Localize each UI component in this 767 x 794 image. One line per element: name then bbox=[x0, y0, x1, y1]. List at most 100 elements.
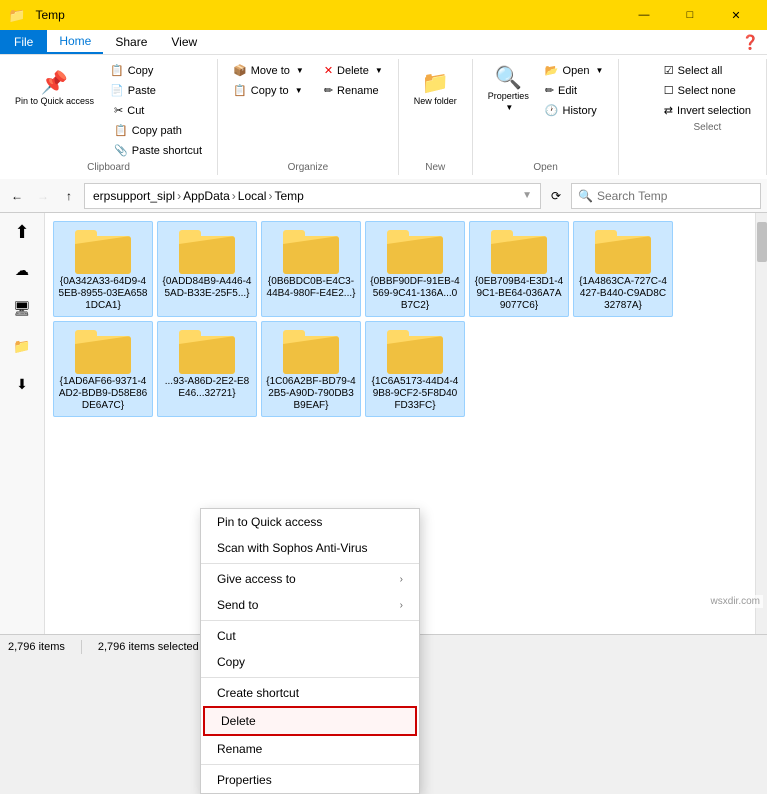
ribbon-tabs: File Home Share View ❓ bbox=[0, 30, 767, 54]
copy-to-button[interactable]: 📋 Copy to ▼ bbox=[226, 81, 311, 100]
new-label: New bbox=[425, 162, 445, 173]
select-group: ☑ Select all ☐ Select none ⇄ Invert sele… bbox=[649, 59, 767, 175]
title-bar: 📁 Temp — □ ✕ bbox=[0, 0, 767, 30]
list-item[interactable]: {0BBF90DF-91EB-4569-9C41-136A...0B7C2} bbox=[365, 221, 465, 317]
window-buttons: — □ ✕ bbox=[621, 0, 759, 30]
open-label: Open bbox=[533, 162, 557, 173]
list-item[interactable]: {0ADD84B9-A446-45AD-B33E-25F5...} bbox=[157, 221, 257, 317]
ctx-delete[interactable]: Delete bbox=[203, 706, 417, 736]
ctx-pin-quick-access[interactable]: Pin to Quick access bbox=[201, 509, 419, 535]
nav-pc-icon[interactable]: 🖥 bbox=[7, 293, 37, 323]
folder-icon bbox=[283, 326, 339, 374]
path-segment-4: Temp bbox=[274, 189, 303, 203]
up-button[interactable]: ↑ bbox=[58, 185, 80, 207]
nav-down-icon[interactable]: ⬇ bbox=[7, 369, 37, 399]
delete-icon: ✕ bbox=[324, 64, 333, 77]
rename-icon: ✏ bbox=[324, 84, 333, 97]
invert-selection-button[interactable]: ⇄ Invert selection bbox=[657, 101, 758, 120]
list-item[interactable]: ...93-A86D-2E2-E8E46...32721} bbox=[157, 321, 257, 417]
ctx-separator-2 bbox=[201, 620, 419, 621]
edit-button[interactable]: ✏ Edit bbox=[538, 81, 611, 100]
forward-button[interactable]: → bbox=[32, 185, 54, 207]
cut-button[interactable]: ✂ Cut bbox=[107, 101, 209, 120]
title-bar-controls: 📁 bbox=[8, 7, 25, 24]
paste-button[interactable]: 📄 Paste bbox=[103, 81, 209, 100]
search-box[interactable]: 🔍 bbox=[571, 183, 761, 209]
address-path[interactable]: erpsupport_sipl › AppData › Local › Temp… bbox=[84, 183, 541, 209]
path-segment-1: erpsupport_sipl bbox=[93, 189, 175, 203]
ctx-properties[interactable]: Properties bbox=[201, 767, 419, 793]
open-icon: 📂 bbox=[545, 64, 559, 77]
file-name: {0BBF90DF-91EB-4569-9C41-136A...0B7C2} bbox=[370, 276, 460, 312]
close-button[interactable]: ✕ bbox=[713, 0, 759, 30]
ctx-copy[interactable]: Copy bbox=[201, 649, 419, 675]
scrollbar[interactable] bbox=[755, 213, 767, 634]
move-to-button[interactable]: 📦 Move to ▼ bbox=[226, 61, 311, 80]
properties-button[interactable]: 🔍 Properties ▼ bbox=[481, 61, 536, 117]
clipboard-label: Clipboard bbox=[87, 162, 130, 173]
folder-icon bbox=[179, 326, 235, 374]
open-button[interactable]: 📂 Open ▼ bbox=[538, 61, 611, 80]
list-item[interactable]: {0A342A33-64D9-45EB-8955-03EA6581DCA1} bbox=[53, 221, 153, 317]
copy-path-button[interactable]: 📋 Copy path bbox=[107, 121, 209, 140]
ctx-cut[interactable]: Cut bbox=[201, 623, 419, 649]
ctx-scan-antivirus[interactable]: Scan with Sophos Anti-Virus bbox=[201, 535, 419, 561]
new-group: 📁 New folder New bbox=[399, 59, 473, 175]
refresh-button[interactable]: ⟳ bbox=[545, 185, 567, 207]
context-menu: Pin to Quick access Scan with Sophos Ant… bbox=[200, 508, 420, 794]
new-folder-button[interactable]: 📁 New folder bbox=[407, 61, 464, 117]
select-none-button[interactable]: ☐ Select none bbox=[657, 81, 758, 100]
delete-ribbon-button[interactable]: ✕ Delete ▼ bbox=[317, 61, 390, 80]
history-button[interactable]: 🕐 History bbox=[538, 101, 611, 120]
paste-shortcut-button[interactable]: 📎 Paste shortcut bbox=[107, 141, 209, 160]
nav-up-icon[interactable]: ⬆ bbox=[7, 217, 37, 247]
select-all-button[interactable]: ☑ Select all bbox=[657, 61, 758, 80]
folder-icon bbox=[75, 226, 131, 274]
file-name: {0ADD84B9-A446-45AD-B33E-25F5...} bbox=[162, 276, 252, 300]
scroll-thumb[interactable] bbox=[757, 222, 767, 262]
copy-to-icon: 📋 bbox=[233, 84, 247, 97]
file-name: {1A4863CA-727C-4427-B440-C9AD8C32787A} bbox=[578, 276, 668, 312]
tab-file[interactable]: File bbox=[0, 30, 47, 54]
ctx-separator-4 bbox=[201, 764, 419, 765]
list-item[interactable]: {1C6A5173-44D4-49B8-9CF2-5F8D40FD33FC} bbox=[365, 321, 465, 417]
file-name: {0EB709B4-E3D1-49C1-BE64-036A7A9077C6} bbox=[474, 276, 564, 312]
back-button[interactable]: ← bbox=[6, 185, 28, 207]
list-item[interactable]: {1A4863CA-727C-4427-B440-C9AD8C32787A} bbox=[573, 221, 673, 317]
folder-icon bbox=[179, 226, 235, 274]
properties-icon: 🔍 bbox=[495, 67, 522, 89]
ctx-create-shortcut[interactable]: Create shortcut bbox=[201, 680, 419, 706]
minimize-button[interactable]: — bbox=[621, 0, 667, 30]
path-segment-3: Local bbox=[238, 189, 267, 203]
tab-view[interactable]: View bbox=[159, 30, 209, 54]
search-icon: 🔍 bbox=[578, 189, 593, 203]
maximize-button[interactable]: □ bbox=[667, 0, 713, 30]
list-item[interactable]: {1AD6AF66-9371-4AD2-BDB9-D58E86DE6A7C} bbox=[53, 321, 153, 417]
nav-folder-icon[interactable]: 📁 bbox=[7, 331, 37, 361]
tab-share[interactable]: Share bbox=[103, 30, 159, 54]
rename-button[interactable]: ✏ Rename bbox=[317, 81, 390, 100]
file-name: ...93-A86D-2E2-E8E46...32721} bbox=[162, 376, 252, 400]
ribbon-content: 📌 Pin to Quick access 📋 Copy 📄 Paste ✂ C… bbox=[0, 54, 767, 179]
ctx-give-access[interactable]: Give access to › bbox=[201, 566, 419, 592]
pin-quick-access-button[interactable]: 📌 Pin to Quick access bbox=[8, 61, 101, 117]
tab-home[interactable]: Home bbox=[47, 30, 103, 54]
folder-icon bbox=[283, 226, 339, 274]
watermark: wsxdir.com bbox=[708, 595, 763, 608]
nav-cloud-icon[interactable]: ☁ bbox=[7, 255, 37, 285]
folder-icon bbox=[387, 226, 443, 274]
scissors-icon: ✂ bbox=[114, 104, 123, 117]
list-item[interactable]: {0B6BDC0B-E4C3-44B4-980F-E4E2...} bbox=[261, 221, 361, 317]
list-item[interactable]: {1C06A2BF-BD79-42B5-A90D-790DB3B9EAF} bbox=[261, 321, 361, 417]
copy-button[interactable]: 📋 Copy bbox=[103, 61, 209, 80]
selected-count: 2,796 items selected bbox=[98, 641, 199, 653]
ctx-send-to[interactable]: Send to › bbox=[201, 592, 419, 618]
select-label: Select bbox=[694, 122, 722, 133]
file-name: {1AD6AF66-9371-4AD2-BDB9-D58E86DE6A7C} bbox=[58, 376, 148, 412]
ctx-rename[interactable]: Rename bbox=[201, 736, 419, 762]
help-icon[interactable]: ❓ bbox=[742, 34, 759, 51]
open-group: 🔍 Properties ▼ 📂 Open ▼ ✏ Edit 🕐 History bbox=[473, 59, 620, 175]
search-input[interactable] bbox=[597, 189, 754, 203]
edit-icon: ✏ bbox=[545, 84, 554, 97]
list-item[interactable]: {0EB709B4-E3D1-49C1-BE64-036A7A9077C6} bbox=[469, 221, 569, 317]
